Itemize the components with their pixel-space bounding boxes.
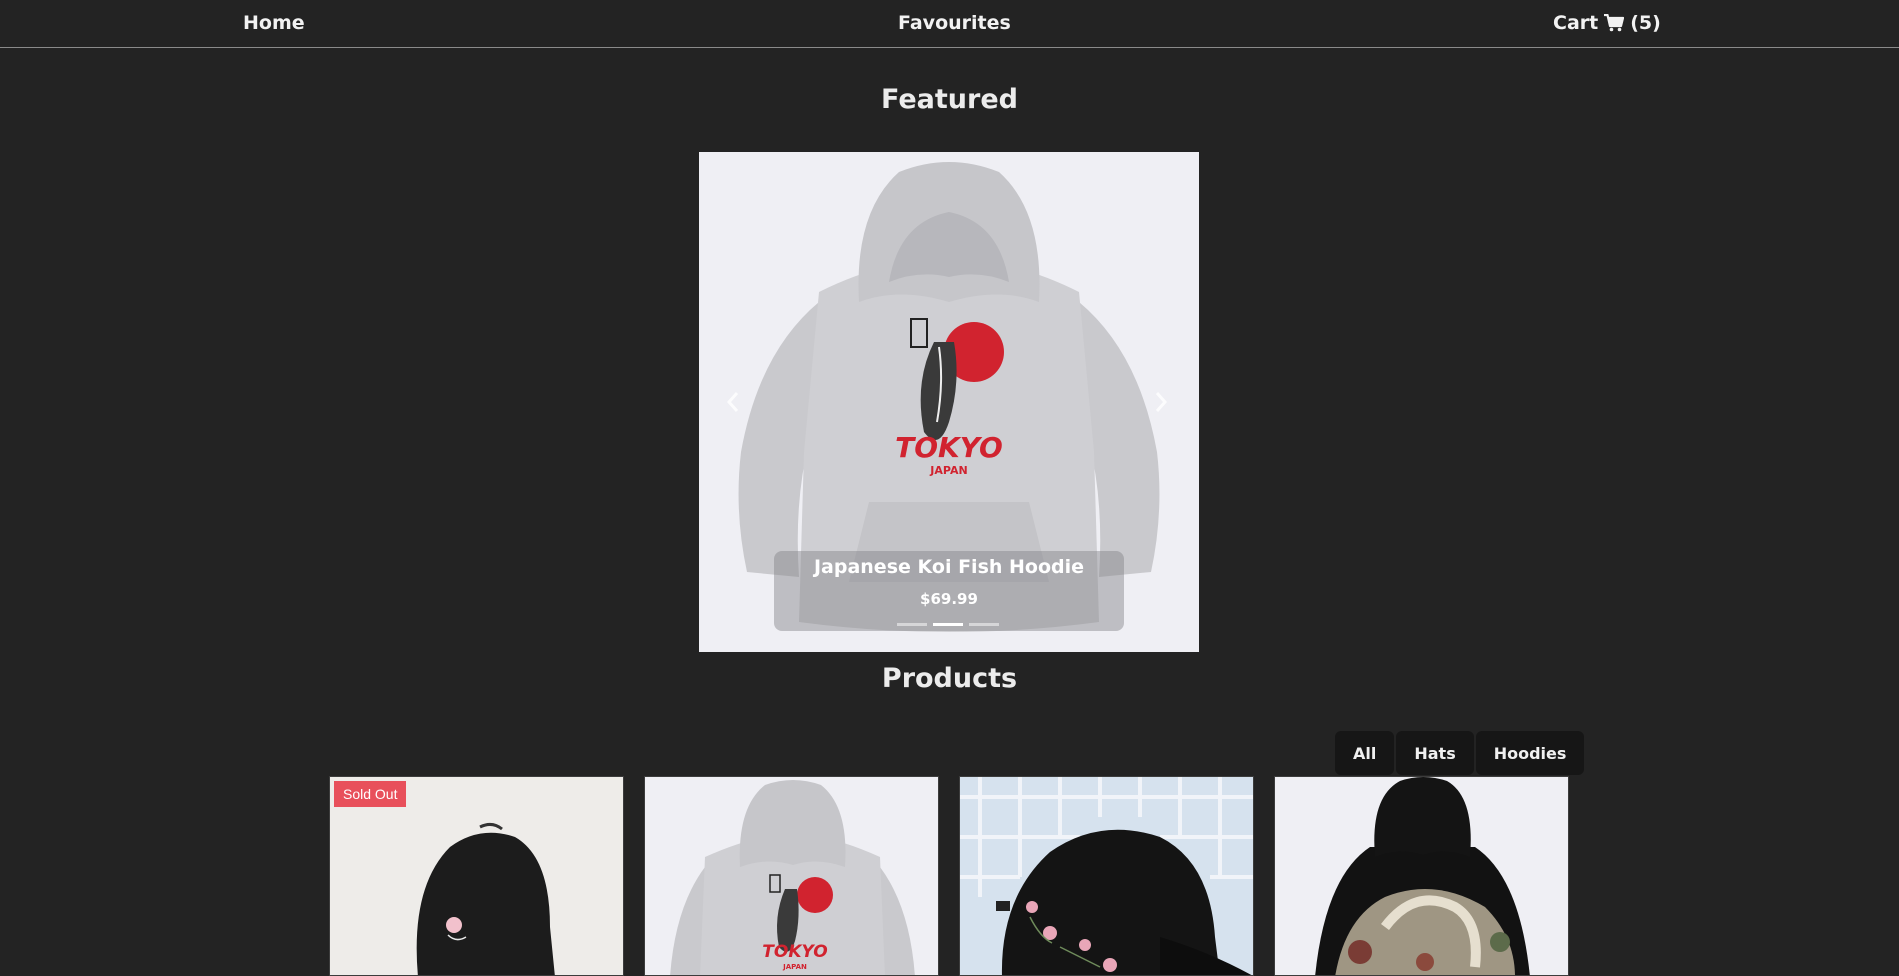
carousel-indicators — [897, 623, 1001, 627]
chevron-left-icon — [726, 392, 739, 412]
carousel-caption: Japanese Koi Fish Hoodie $69.99 — [774, 551, 1124, 631]
product-card[interactable]: TOKYO JAPAN — [644, 776, 939, 976]
nav-favourites-link[interactable]: Favourites — [898, 12, 1011, 34]
carousel-prev-button[interactable] — [721, 386, 745, 418]
black-floral-cap-image — [960, 777, 1253, 975]
product-card[interactable] — [959, 776, 1254, 976]
carousel-next-button[interactable] — [1149, 386, 1173, 418]
carousel-indicator-active[interactable] — [933, 623, 963, 626]
print-subtext: JAPAN — [782, 963, 807, 971]
filter-hats-button[interactable]: Hats — [1396, 731, 1474, 775]
shopping-cart-icon — [1604, 14, 1625, 32]
category-filter-group: All Hats Hoodies — [1335, 731, 1585, 775]
product-card[interactable] — [1274, 776, 1569, 976]
featured-product-price: $69.99 — [920, 590, 978, 608]
print-subtext: JAPAN — [929, 464, 967, 477]
filter-hoodies-button[interactable]: Hoodies — [1475, 731, 1585, 775]
featured-product-name: Japanese Koi Fish Hoodie — [813, 556, 1085, 578]
product-card[interactable]: Sold Out — [329, 776, 624, 976]
cart-label: Cart — [1553, 12, 1599, 34]
black-crane-hoodie-image — [1315, 777, 1530, 975]
cart-count: (5) — [1630, 12, 1661, 34]
print-text: TOKYO — [895, 431, 1003, 464]
carousel-indicator[interactable] — [969, 623, 999, 626]
filter-all-button[interactable]: All — [1335, 731, 1395, 775]
sold-out-badge: Sold Out — [334, 781, 407, 807]
chevron-right-icon — [1155, 392, 1168, 412]
products-heading: Products — [881, 663, 1018, 694]
carousel-indicator[interactable] — [897, 623, 927, 626]
grey-koi-hoodie-image: TOKYO JAPAN — [670, 780, 915, 975]
nav-home-link[interactable]: Home — [243, 12, 305, 34]
print-text: TOKYO — [762, 942, 827, 962]
featured-heading: Featured — [881, 84, 1018, 115]
top-navbar: Home Favourites Cart (5) — [0, 0, 1899, 48]
nav-cart-link[interactable]: Cart (5) — [1553, 12, 1661, 34]
